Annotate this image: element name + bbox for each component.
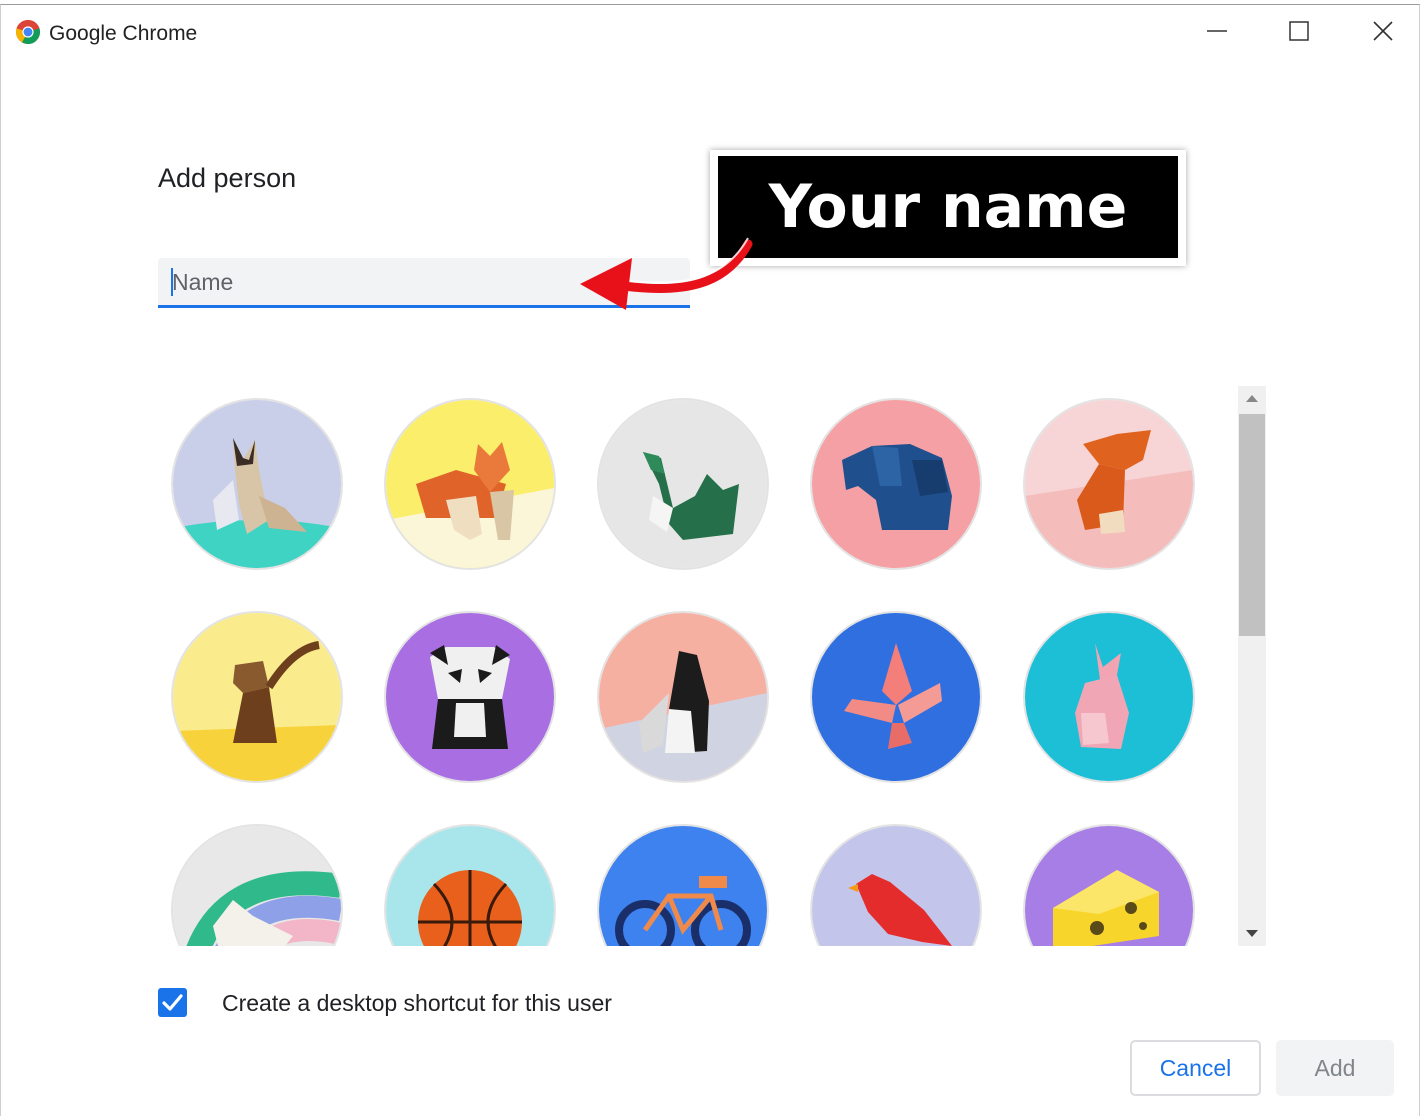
fox-icon — [1025, 400, 1193, 568]
basketball-icon — [386, 826, 554, 946]
dragon-avatar[interactable] — [599, 400, 767, 568]
avatar-scrollbar[interactable] — [1238, 386, 1266, 946]
bicycle-avatar[interactable] — [599, 826, 767, 946]
fox-avatar[interactable] — [1025, 400, 1193, 568]
monkey-avatar[interactable] — [173, 613, 341, 781]
elephant-icon — [812, 400, 980, 568]
cancel-button[interactable]: Cancel — [1130, 1040, 1261, 1096]
elephant-avatar[interactable] — [812, 400, 980, 568]
cat-avatar[interactable] — [173, 400, 341, 568]
penguin-avatar[interactable] — [599, 613, 767, 781]
bird-avatar[interactable] — [812, 826, 980, 946]
desktop-shortcut-checkbox[interactable] — [158, 988, 187, 1017]
scroll-up-icon — [1246, 395, 1258, 402]
basketball-avatar[interactable] — [386, 826, 554, 946]
cat-icon — [173, 400, 341, 568]
scroll-up-button[interactable] — [1238, 386, 1266, 410]
unicorn-avatar[interactable] — [173, 826, 341, 946]
window-title: Google Chrome — [49, 22, 198, 45]
annotation-callout: Your name — [710, 150, 1186, 266]
add-button[interactable]: Add — [1276, 1040, 1394, 1096]
butterfly-icon — [812, 613, 980, 781]
cheese-icon — [1025, 826, 1193, 946]
callout-text: Your name — [768, 172, 1128, 242]
unicorn-icon — [173, 826, 341, 946]
close-button[interactable] — [1353, 11, 1413, 51]
rabbit-icon — [1025, 613, 1193, 781]
maximize-icon — [1289, 21, 1309, 41]
panda-avatar[interactable] — [386, 613, 554, 781]
rabbit-avatar[interactable] — [1025, 613, 1193, 781]
maximize-button[interactable] — [1269, 11, 1329, 51]
butterfly-avatar[interactable] — [812, 613, 980, 781]
text-caret — [171, 268, 173, 296]
bird-icon — [812, 826, 980, 946]
bicycle-icon — [599, 826, 767, 946]
checkmark-icon — [162, 994, 183, 1011]
dragon-icon — [599, 400, 767, 568]
corgi-icon — [386, 400, 554, 568]
corgi-avatar[interactable] — [386, 400, 554, 568]
monkey-icon — [173, 613, 341, 781]
title-bar: Google Chrome — [1, 5, 1419, 61]
avatar-grid — [160, 386, 1220, 946]
desktop-shortcut-label: Create a desktop shortcut for this user — [222, 990, 612, 1016]
minimize-icon — [1207, 30, 1227, 32]
scroll-down-button[interactable] — [1238, 922, 1266, 946]
callout-box: Your name — [718, 156, 1178, 258]
chrome-logo-icon — [16, 20, 40, 44]
penguin-icon — [599, 613, 767, 781]
close-icon — [1373, 21, 1393, 41]
red-arrow-icon — [580, 237, 753, 310]
minimize-button[interactable] — [1187, 11, 1247, 51]
scroll-thumb[interactable] — [1239, 414, 1265, 636]
dialog-title: Add person — [158, 163, 297, 193]
panda-icon — [386, 613, 554, 781]
cheese-avatar[interactable] — [1025, 826, 1193, 946]
scroll-down-icon — [1246, 930, 1258, 937]
